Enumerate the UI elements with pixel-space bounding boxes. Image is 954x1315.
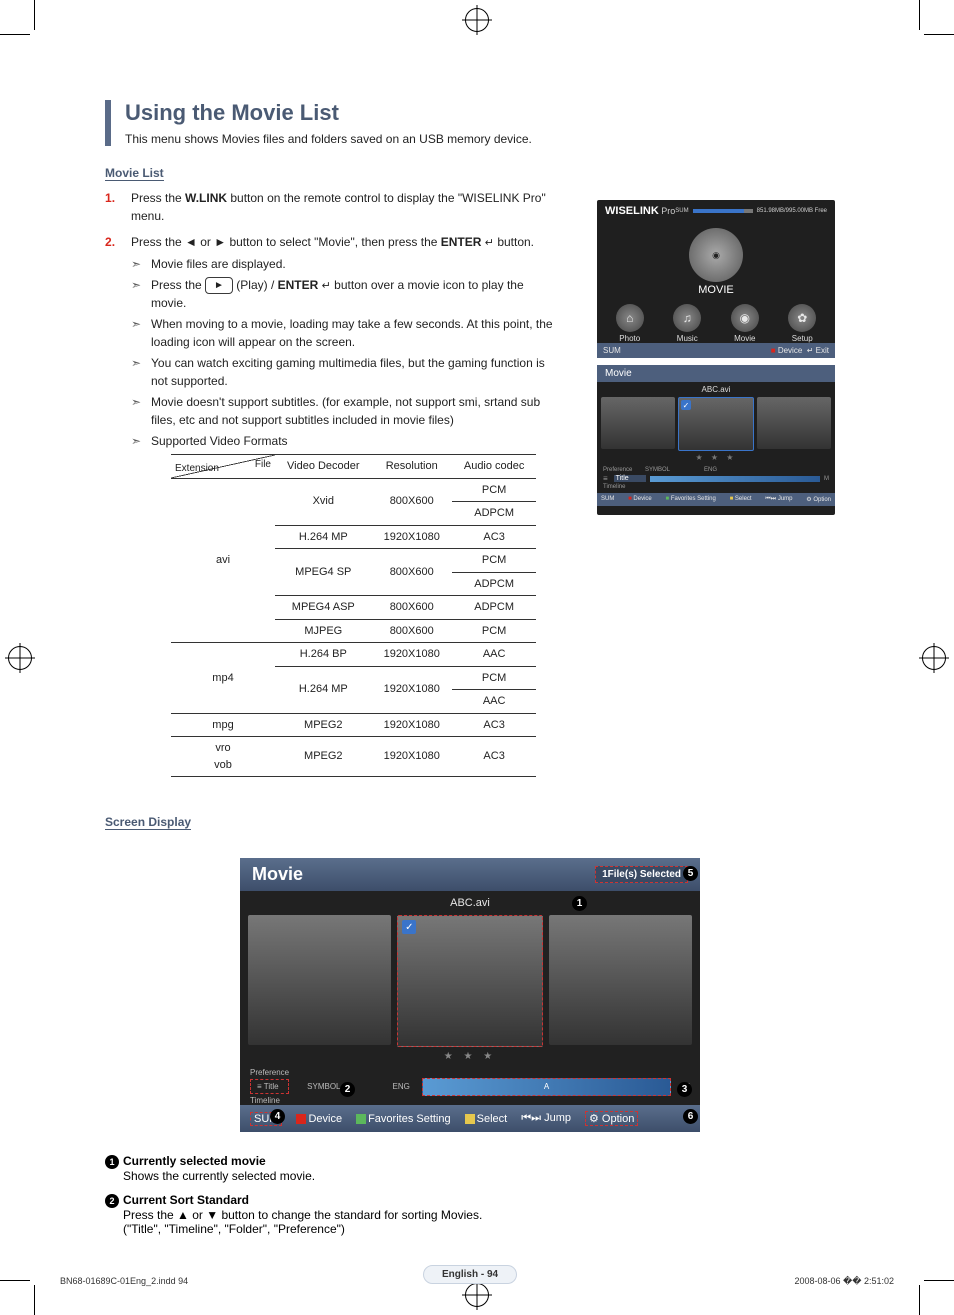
green-button-icon [356, 1114, 366, 1124]
note: Movie files are displayed. [131, 255, 555, 273]
option-icon: ⚙ [589, 1113, 599, 1125]
callout-icon: 4 [270, 1109, 285, 1124]
screen-display-diagram: Movie 1File(s) Selected ABC.avi ★ ★ ★ Pr… [240, 858, 700, 1132]
enter-icon: ↵ [485, 235, 494, 252]
video-formats-table: File Extension Video Decoder Resolution … [171, 454, 536, 777]
callout-icon: 5 [683, 866, 698, 881]
registration-mark-icon [922, 646, 946, 670]
legend-item-2: 2Current Sort Standard Press the ▲ or ▼ … [105, 1193, 835, 1236]
movie-icon: ◉ [731, 304, 759, 332]
movie-thumbnail-selected [678, 397, 754, 451]
red-button-icon [296, 1114, 306, 1124]
table-header: Resolution [372, 455, 452, 479]
step-1: Press the W.LINK button on the remote co… [105, 189, 555, 225]
yellow-button-icon [465, 1114, 475, 1124]
callout-icon: 3 [677, 1082, 692, 1097]
setup-icon: ✿ [788, 304, 816, 332]
movie-thumbnail [601, 397, 675, 449]
alpha-bar: A [422, 1078, 672, 1096]
table-header: Video Decoder [275, 455, 372, 479]
movie-thumbnail [549, 915, 692, 1045]
callout-icon: 2 [340, 1082, 355, 1097]
note: Press the ► (Play) / ENTER ↵ button over… [131, 276, 555, 313]
movie-list-screenshot: Movie ABC.avi ★ ★ ★ Preference SYMBOL EN… [597, 365, 835, 515]
table-header: Audio codec [452, 455, 537, 479]
callout-icon: 6 [683, 1109, 698, 1124]
alpha-bar [650, 476, 820, 482]
section-movie-list: Movie List [105, 166, 164, 181]
note: Supported Video Formats [131, 432, 555, 450]
rating-stars-icon: ★ ★ ★ [597, 453, 835, 462]
legend-item-1: 1Currently selected movie Shows the curr… [105, 1154, 835, 1183]
note: Movie doesn't support subtitles. (for ex… [131, 393, 555, 429]
registration-mark-icon [465, 8, 489, 32]
music-icon: ♫ [673, 304, 701, 332]
sort-selector: ≡ Title [250, 1079, 289, 1094]
play-icon: ► [205, 277, 233, 294]
photo-icon: ⌂ [616, 304, 644, 332]
enter-icon: ↵ [322, 278, 331, 295]
movie-thumbnail [757, 397, 831, 449]
callout-icon: 2 [105, 1194, 119, 1208]
registration-mark-icon [8, 646, 32, 670]
note: You can watch exciting gaming multimedia… [131, 354, 555, 390]
jump-icon: ⏮⏭ [521, 1112, 541, 1124]
section-screen-display: Screen Display [105, 815, 191, 830]
movie-thumbnail-selected [397, 915, 542, 1047]
wiselink-menu-screenshot: WISELINK Pro SUM 851.98MB/995.00MB Free … [597, 200, 835, 355]
files-selected-badge: 1File(s) Selected [595, 866, 688, 883]
print-footer: BN68-01689C-01Eng_2.indd 94 2008-08-06 �… [60, 1276, 894, 1287]
page-title: Using the Movie List [125, 100, 835, 126]
callout-icon: 1 [105, 1155, 119, 1169]
table-header: File Extension [171, 455, 275, 479]
movie-reel-icon: ◉ [689, 228, 743, 282]
note: When moving to a movie, loading may take… [131, 315, 555, 351]
step-2: Press the ◄ or ► button to select "Movie… [105, 233, 555, 777]
callout-icon: 1 [572, 896, 587, 911]
sort-icon: ≡ [257, 1082, 262, 1091]
page-subtitle: This menu shows Movies files and folders… [125, 132, 835, 146]
memory-bar-icon [693, 209, 753, 213]
movie-thumbnail [248, 915, 391, 1045]
